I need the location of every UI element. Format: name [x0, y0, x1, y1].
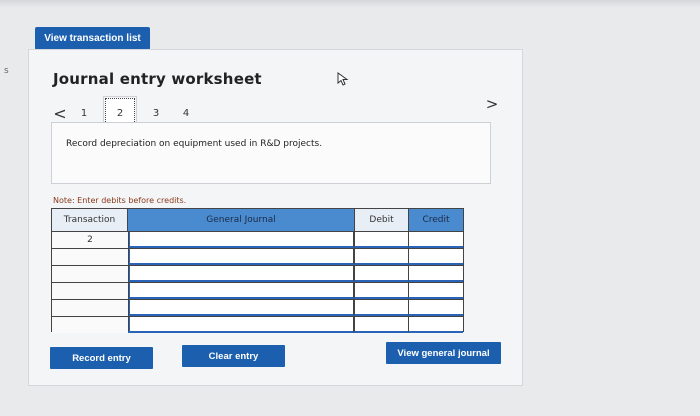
instruction-box: Record depreciation on equipment used in… — [51, 122, 491, 184]
transaction-cell — [52, 283, 128, 299]
header-debit: Debit — [354, 209, 408, 231]
table-row: 2 — [52, 231, 463, 248]
table-row — [52, 248, 463, 265]
transaction-column-divider — [128, 231, 129, 331]
record-entry-button[interactable]: Record entry — [50, 347, 153, 369]
credit-input[interactable] — [408, 266, 463, 282]
general-journal-input[interactable] — [128, 249, 354, 265]
header-general-journal: General Journal — [206, 215, 276, 225]
debit-input[interactable] — [354, 317, 408, 333]
table-header-row: Transaction General Journal Debit Credit — [52, 209, 463, 231]
table-row — [52, 282, 463, 299]
transaction-cell — [52, 300, 128, 316]
credit-input[interactable] — [408, 232, 463, 248]
general-journal-input[interactable] — [128, 232, 354, 248]
top-scroll-edge — [0, 0, 700, 8]
header-credit: Credit — [408, 209, 463, 231]
debit-input[interactable] — [354, 232, 408, 248]
credit-input[interactable] — [408, 249, 463, 265]
general-journal-input[interactable] — [128, 266, 354, 282]
table-row — [52, 316, 463, 333]
transaction-cell — [52, 249, 128, 265]
pager-prev-chevron-icon[interactable]: < — [51, 103, 69, 123]
journal-entry-worksheet: Journal entry worksheet < 1 2 3 4 > Reco… — [28, 49, 523, 386]
general-journal-input[interactable] — [128, 300, 354, 316]
credit-input[interactable] — [408, 300, 463, 316]
debit-input[interactable] — [354, 300, 408, 316]
general-journal-input[interactable] — [128, 317, 354, 333]
pager-next-chevron-icon[interactable]: > — [484, 94, 500, 114]
debit-input[interactable] — [354, 266, 408, 282]
header-transaction: Transaction — [52, 209, 128, 231]
mouse-cursor-icon — [337, 72, 349, 86]
credit-input[interactable] — [408, 317, 463, 333]
journal-entry-table: Transaction General Journal Debit Credit… — [51, 208, 464, 333]
transaction-cell: 2 — [52, 232, 128, 248]
view-general-journal-button[interactable]: View general journal — [386, 342, 501, 364]
table-row — [52, 265, 463, 282]
instruction-text: Record depreciation on equipment used in… — [66, 139, 323, 149]
transaction-cell — [52, 317, 128, 333]
transaction-cell — [52, 266, 128, 282]
edge-mark: s — [4, 66, 9, 76]
general-journal-input[interactable] — [128, 283, 354, 299]
debit-input[interactable] — [354, 249, 408, 265]
view-transaction-list-button[interactable]: View transaction list — [35, 27, 150, 50]
debit-input[interactable] — [354, 283, 408, 299]
entry-note: Note: Enter debits before credits. — [53, 196, 187, 205]
clear-entry-button[interactable]: Clear entry — [182, 345, 285, 367]
table-row — [52, 299, 463, 316]
worksheet-title: Journal entry worksheet — [53, 70, 262, 88]
credit-input[interactable] — [408, 283, 463, 299]
